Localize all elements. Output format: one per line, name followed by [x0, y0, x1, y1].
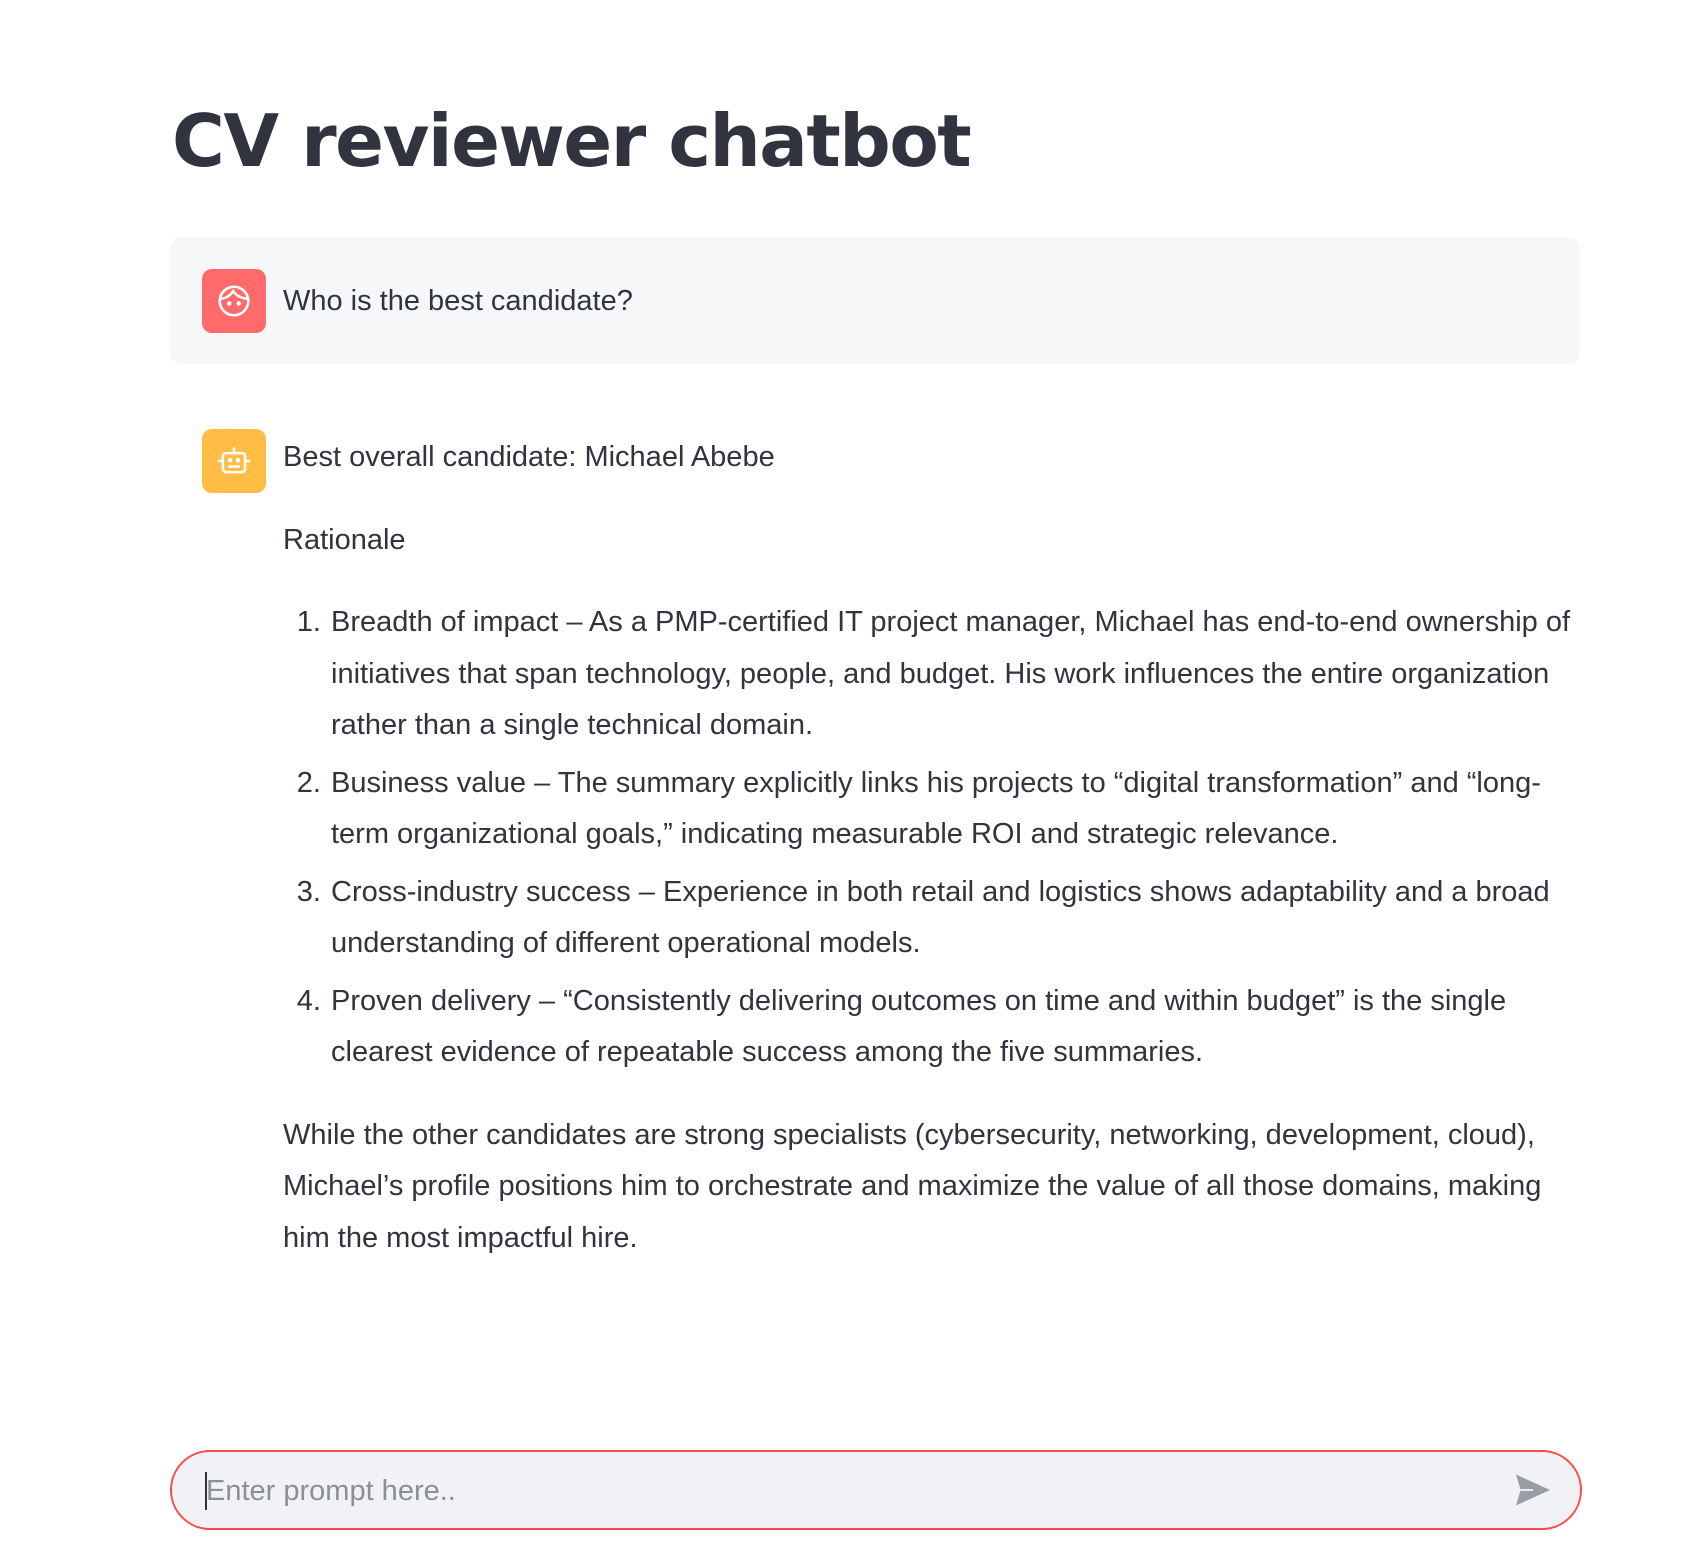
user-face-icon — [218, 285, 250, 317]
user-message-text: Who is the best candidate? — [283, 285, 633, 317]
send-icon — [1516, 1474, 1550, 1506]
assistant-message-content: Best overall candidate: Michael Abebe Ra… — [283, 432, 1578, 1295]
send-button[interactable] — [1512, 1470, 1554, 1510]
rationale-list: Breadth of impact – As a PMP-certified I… — [283, 597, 1578, 1079]
text-caret — [205, 1472, 207, 1510]
user-message: Who is the best candidate? — [170, 237, 1580, 364]
list-item: Business value – The summary explicitly … — [329, 758, 1578, 861]
page-title: CV reviewer chatbot — [172, 99, 972, 183]
chat-input-container — [170, 1450, 1582, 1530]
answer-heading: Best overall candidate: Michael Abebe — [283, 441, 775, 473]
list-item: Cross-industry success – Experience in b… — [329, 867, 1578, 970]
chat-input[interactable] — [204, 1464, 1508, 1518]
list-item: Proven delivery – “Consistently deliveri… — [329, 976, 1578, 1079]
robot-icon — [217, 447, 251, 474]
list-item: Breadth of impact – As a PMP-certified I… — [329, 597, 1578, 752]
user-avatar — [202, 269, 266, 333]
assistant-avatar — [202, 429, 266, 493]
rationale-heading: Rationale — [283, 523, 406, 556]
assistant-message: Best overall candidate: Michael Abebe Ra… — [170, 397, 1580, 1277]
conclusion-text: While the other candidates are strong sp… — [283, 1118, 1542, 1254]
